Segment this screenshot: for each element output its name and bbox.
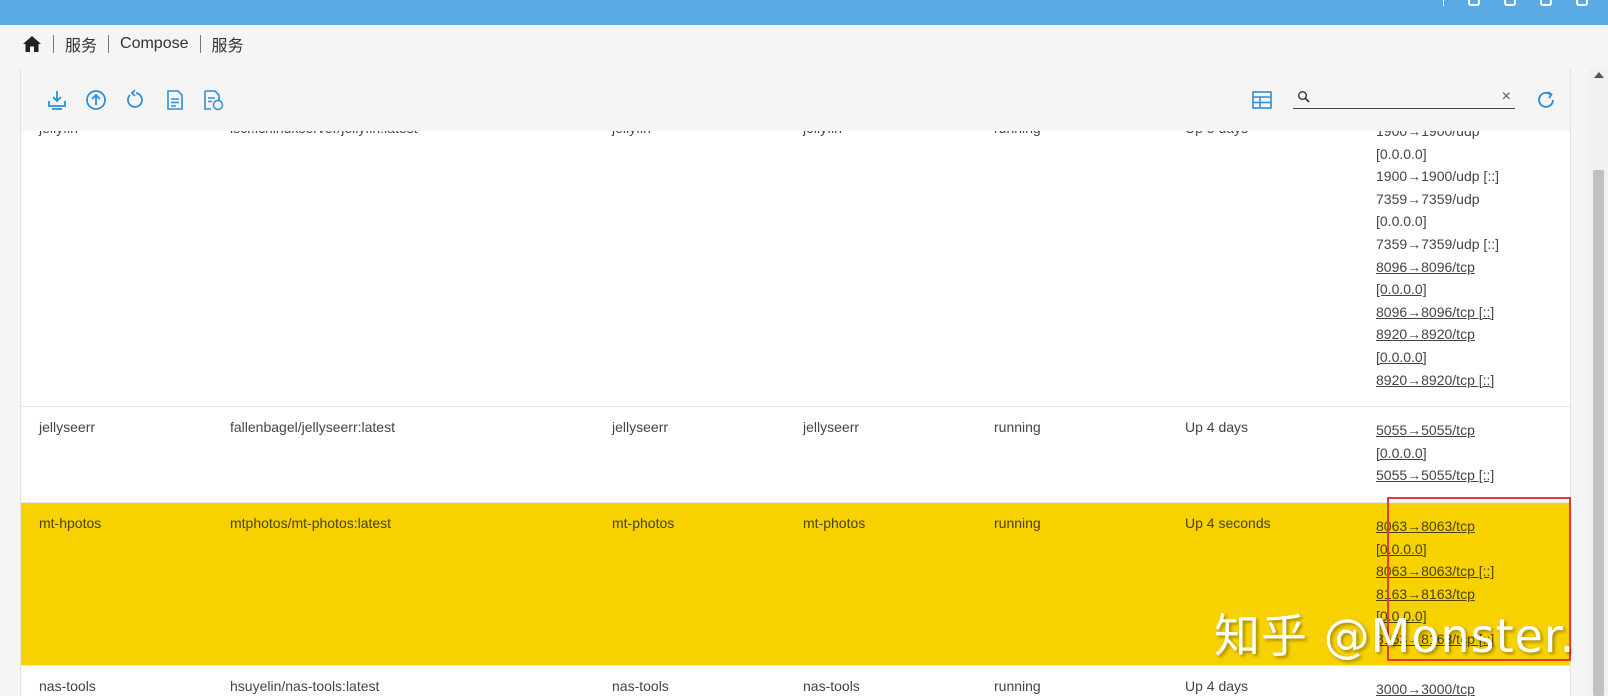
- port-text: 7359→7359/udp: [1376, 190, 1480, 207]
- ports-cell: 3000→3000/tcp: [1376, 678, 1526, 696]
- breadcrumb: 服务 Compose 服务: [22, 33, 244, 55]
- table-row[interactable]: jellyfin lscr.io/linuxserver/jellyfin:la…: [21, 108, 1570, 407]
- image-cell: hsuyelin/nas-tools:latest: [230, 678, 380, 694]
- service-name-cell: jellyseerr: [39, 419, 96, 435]
- port-link[interactable]: [0.0.0.0]: [1376, 346, 1526, 369]
- port-link[interactable]: 5055→5055/tcp: [1376, 419, 1526, 442]
- breadcrumb-item-services[interactable]: 服务: [65, 32, 97, 56]
- status-cell: Up 4 seconds: [1185, 515, 1271, 531]
- breadcrumb-separator: [53, 35, 54, 53]
- header-separator: [1443, 0, 1444, 6]
- port-link[interactable]: [0.0.0.0]: [1376, 538, 1526, 561]
- download-icon[interactable]: [46, 89, 68, 111]
- container-cell: nas-tools: [803, 678, 860, 694]
- top-header-bar: [0, 0, 1608, 25]
- toolbar: ×: [21, 68, 1570, 131]
- breadcrumb-item-current: 服务: [211, 38, 244, 55]
- port-link[interactable]: [0.0.0.0]: [1376, 278, 1526, 301]
- scroll-up-arrow-icon[interactable]: [1594, 72, 1604, 78]
- port-link[interactable]: 5055→5055/tcp [::]: [1376, 464, 1526, 487]
- service-name-cell: mt-hpotos: [39, 515, 102, 531]
- state-cell: running: [994, 515, 1041, 531]
- power-icon[interactable]: [1576, 0, 1588, 6]
- status-cell: Up 4 days: [1185, 678, 1249, 694]
- reload-icon[interactable]: [1535, 89, 1557, 111]
- port-text: [0.0.0.0]: [1376, 145, 1427, 162]
- port-link[interactable]: 8063→8063/tcp [::]: [1376, 560, 1526, 583]
- image-cell: mtphotos/mt-photos:latest: [230, 515, 392, 531]
- header-actions: [1443, 0, 1588, 6]
- container-cell: mt-photos: [803, 515, 866, 531]
- port-text: 7359→7359/udp [::]: [1376, 235, 1499, 252]
- home-icon[interactable]: [22, 34, 42, 54]
- port-text: [0.0.0.0]: [1376, 213, 1427, 230]
- service-cell: jellyseerr: [612, 419, 669, 435]
- breadcrumb-separator: [199, 35, 201, 53]
- document-icon[interactable]: [164, 89, 186, 111]
- breadcrumb-separator: [108, 35, 110, 53]
- container-cell: jellyseerr: [803, 419, 860, 435]
- vertical-scrollbar[interactable]: [1589, 68, 1608, 696]
- service-cell: nas-tools: [612, 678, 669, 694]
- port-link[interactable]: 8920→8920/tcp [::]: [1376, 369, 1526, 392]
- state-cell: running: [994, 419, 1041, 435]
- window-icon[interactable]: [1540, 0, 1552, 6]
- port-link[interactable]: [0.0.0.0]: [1376, 442, 1526, 465]
- status-cell: Up 4 days: [1185, 419, 1249, 435]
- search-box: ×: [1293, 87, 1515, 109]
- search-input[interactable]: [1315, 88, 1485, 108]
- document-refresh-icon[interactable]: [203, 89, 225, 111]
- service-name-cell: nas-tools: [39, 678, 96, 694]
- ports-cell: 5055→5055/tcp [0.0.0.0] 5055→5055/tcp [:…: [1376, 419, 1526, 487]
- scrollbar-thumb[interactable]: [1593, 170, 1604, 696]
- upload-icon[interactable]: [85, 89, 107, 111]
- refresh-icon[interactable]: [124, 89, 146, 111]
- state-cell: running: [994, 678, 1041, 694]
- port-text: 1900→1900/udp [::]: [1376, 168, 1499, 185]
- breadcrumb-item-compose[interactable]: Compose: [120, 35, 188, 53]
- service-cell: mt-photos: [612, 515, 675, 531]
- port-link[interactable]: 8096→8096/tcp [::]: [1376, 301, 1526, 324]
- port-link[interactable]: 8096→8096/tcp: [1376, 256, 1526, 279]
- watermark: 知乎 @Monster.: [1214, 609, 1576, 663]
- port-link[interactable]: 8063→8063/tcp: [1376, 515, 1526, 538]
- port-link[interactable]: 3000→3000/tcp: [1376, 678, 1526, 696]
- notification-icon[interactable]: [1468, 0, 1480, 6]
- search-icon: [1297, 90, 1311, 104]
- user-icon[interactable]: [1504, 0, 1516, 6]
- clear-icon[interactable]: ×: [1502, 87, 1511, 107]
- image-cell: fallenbagel/jellyseerr:latest: [230, 419, 395, 435]
- table-view-icon[interactable]: [1251, 89, 1273, 111]
- table-row[interactable]: jellyseerr fallenbagel/jellyseerr:latest…: [21, 407, 1570, 503]
- table-row[interactable]: nas-tools hsuyelin/nas-tools:latest nas-…: [21, 666, 1570, 696]
- port-link[interactable]: 8920→8920/tcp: [1376, 323, 1526, 346]
- ports-cell: 1900→1900/udp [0.0.0.0] 1900→1900/udp [:…: [1376, 120, 1526, 391]
